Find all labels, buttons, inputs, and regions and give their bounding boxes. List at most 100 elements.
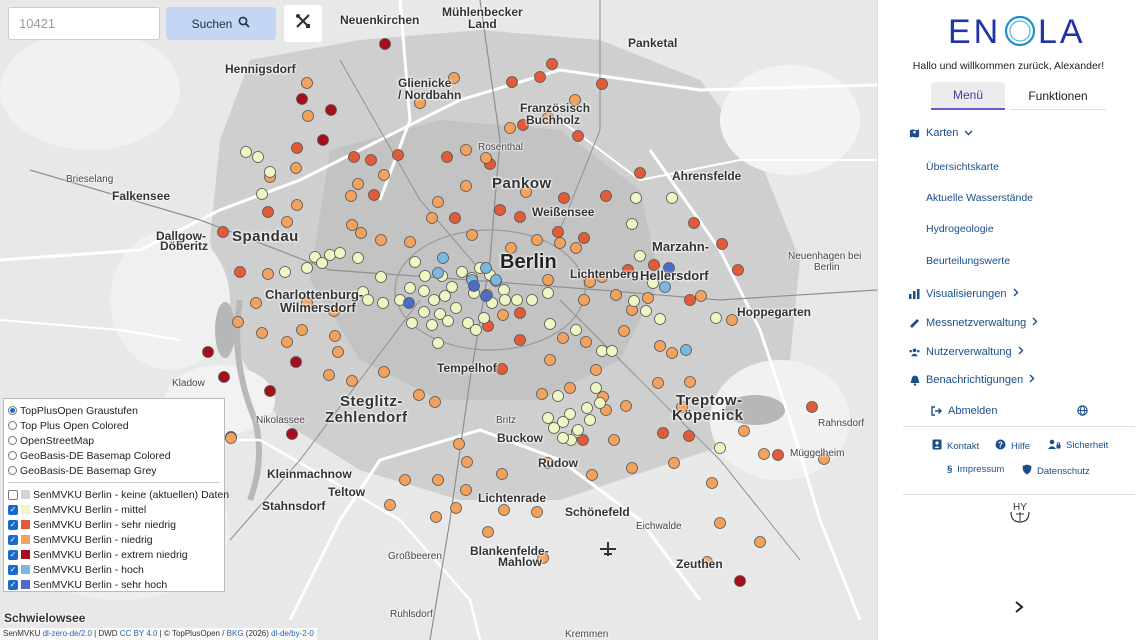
measurement-point-mittel[interactable] xyxy=(626,218,638,230)
measurement-point-niedrig[interactable] xyxy=(480,152,492,164)
nav-hydrogeologie[interactable]: Hydrogeologie xyxy=(926,223,994,235)
measurement-point-sehr-niedrig[interactable] xyxy=(348,151,360,163)
measurement-point-sehr-niedrig[interactable] xyxy=(441,151,453,163)
measurement-point-extrem-niedrig[interactable] xyxy=(290,356,302,368)
measurement-point-sehr-niedrig[interactable] xyxy=(217,226,229,238)
measurement-point-sehr-niedrig[interactable] xyxy=(600,190,612,202)
measurement-point-mittel[interactable] xyxy=(542,412,554,424)
measurement-point-mittel[interactable] xyxy=(301,262,313,274)
measurement-point-extrem-niedrig[interactable] xyxy=(325,104,337,116)
measurement-point-niedrig[interactable] xyxy=(531,234,543,246)
measurement-point-sehr-niedrig[interactable] xyxy=(449,212,461,224)
measurement-point-mittel[interactable] xyxy=(442,315,454,327)
tab-menu[interactable]: Menü xyxy=(931,82,1005,110)
measurement-point-niedrig[interactable] xyxy=(281,336,293,348)
measurement-point-mittel[interactable] xyxy=(581,402,593,414)
measurement-point-niedrig[interactable] xyxy=(714,517,726,529)
measurement-point-niedrig[interactable] xyxy=(496,468,508,480)
measurement-point-sehr-hoch[interactable] xyxy=(403,297,415,309)
radio-button[interactable] xyxy=(8,406,17,415)
measurement-point-hoch[interactable] xyxy=(432,267,444,279)
measurement-point-niedrig[interactable] xyxy=(329,330,341,342)
overlay-option[interactable]: ✓ SenMVKU Berlin - niedrig xyxy=(8,532,220,547)
measurement-point-mittel[interactable] xyxy=(439,290,451,302)
measurement-point-hoch[interactable] xyxy=(437,252,449,264)
overlay-option[interactable]: ✓ SenMVKU Berlin - sehr hoch xyxy=(8,577,220,592)
map-view[interactable]: Neuenkirchen Mühlenbecker Land Hennigsdorf G… xyxy=(0,0,877,640)
radio-button[interactable] xyxy=(8,451,17,460)
measurement-point-niedrig[interactable] xyxy=(620,400,632,412)
checkbox[interactable]: ✓ xyxy=(8,564,18,575)
measurement-point-mittel[interactable] xyxy=(377,297,389,309)
sidebar-collapse-button[interactable] xyxy=(1014,598,1024,619)
measurement-point-niedrig[interactable] xyxy=(352,178,364,190)
overlay-option[interactable]: ✓ SenMVKU Berlin - mittel xyxy=(8,502,220,517)
measurement-point-mittel[interactable] xyxy=(419,270,431,282)
measurement-point-sehr-niedrig[interactable] xyxy=(596,78,608,90)
measurement-point-sehr-hoch[interactable] xyxy=(480,290,492,302)
measurement-point-mittel[interactable] xyxy=(714,442,726,454)
measurement-point-niedrig[interactable] xyxy=(542,274,554,286)
attribution-link-license[interactable]: dl-zero-de/2.0 xyxy=(43,629,92,638)
measurement-point-niedrig[interactable] xyxy=(684,376,696,388)
measurement-point-niedrig[interactable] xyxy=(232,316,244,328)
measurement-point-sehr-niedrig[interactable] xyxy=(716,238,728,250)
checkbox[interactable]: ✓ xyxy=(8,579,18,590)
measurement-point-mittel[interactable] xyxy=(426,319,438,331)
measurement-point-sehr-niedrig[interactable] xyxy=(506,76,518,88)
logout-link[interactable]: Abmelden xyxy=(931,405,998,417)
measurement-point-mittel[interactable] xyxy=(572,424,584,436)
measurement-point-niedrig[interactable] xyxy=(378,366,390,378)
measurement-point-niedrig[interactable] xyxy=(564,382,576,394)
measurement-point-mittel[interactable] xyxy=(470,324,482,336)
measurement-point-niedrig[interactable] xyxy=(654,340,666,352)
measurement-point-niedrig[interactable] xyxy=(302,110,314,122)
measurement-point-sehr-niedrig[interactable] xyxy=(684,294,696,306)
measurement-point-niedrig[interactable] xyxy=(262,268,274,280)
measurement-point-mittel[interactable] xyxy=(264,166,276,178)
measurement-point-niedrig[interactable] xyxy=(404,236,416,248)
basemap-option[interactable]: TopPlusOpen Graustufen xyxy=(8,403,220,418)
measurement-point-sehr-niedrig[interactable] xyxy=(514,334,526,346)
measurement-point-sehr-niedrig[interactable] xyxy=(578,232,590,244)
measurement-point-mittel[interactable] xyxy=(710,312,722,324)
measurement-point-mittel[interactable] xyxy=(446,281,458,293)
measurement-point-niedrig[interactable] xyxy=(225,432,237,444)
measurement-point-niedrig[interactable] xyxy=(726,314,738,326)
measurement-point-hoch[interactable] xyxy=(659,281,671,293)
radio-button[interactable] xyxy=(8,436,17,445)
measurement-point-niedrig[interactable] xyxy=(695,290,707,302)
measurement-point-sehr-niedrig[interactable] xyxy=(291,142,303,154)
measurement-point-niedrig[interactable] xyxy=(281,216,293,228)
measurement-point-niedrig[interactable] xyxy=(586,469,598,481)
measurement-point-mittel[interactable] xyxy=(628,295,640,307)
measurement-point-niedrig[interactable] xyxy=(346,375,358,387)
measurement-point-niedrig[interactable] xyxy=(590,364,602,376)
measurement-point-niedrig[interactable] xyxy=(754,536,766,548)
measurement-point-mittel[interactable] xyxy=(375,271,387,283)
measurement-point-niedrig[interactable] xyxy=(430,511,442,523)
measurement-point-mittel[interactable] xyxy=(584,414,596,426)
overlay-option[interactable]: SenMVKU Berlin - keine (aktuellen) Daten xyxy=(8,487,229,502)
measurement-point-niedrig[interactable] xyxy=(432,196,444,208)
search-input[interactable] xyxy=(8,7,160,40)
checkbox[interactable]: ✓ xyxy=(8,534,18,545)
measurement-point-sehr-niedrig[interactable] xyxy=(772,449,784,461)
measurement-point-niedrig[interactable] xyxy=(626,462,638,474)
measurement-point-sehr-niedrig[interactable] xyxy=(365,154,377,166)
footer-hilfe[interactable]: ? Hilfe xyxy=(995,439,1030,453)
attribution-link-cc[interactable]: CC BY 4.0 xyxy=(120,629,158,638)
nav-uebersichtskarte[interactable]: Übersichtskarte xyxy=(926,161,999,173)
measurement-point-niedrig[interactable] xyxy=(466,229,478,241)
measurement-point-mittel[interactable] xyxy=(557,432,569,444)
measurement-point-niedrig[interactable] xyxy=(461,456,473,468)
measurement-point-sehr-hoch[interactable] xyxy=(468,280,480,292)
measurement-point-niedrig[interactable] xyxy=(504,122,516,134)
nav-beurteilungswerte[interactable]: Beurteilungswerte xyxy=(926,255,1010,267)
measurement-point-niedrig[interactable] xyxy=(301,77,313,89)
measurement-point-mittel[interactable] xyxy=(256,188,268,200)
measurement-point-niedrig[interactable] xyxy=(429,396,441,408)
measurement-point-niedrig[interactable] xyxy=(554,237,566,249)
measurement-point-sehr-niedrig[interactable] xyxy=(688,217,700,229)
measurement-point-mittel[interactable] xyxy=(634,250,646,262)
